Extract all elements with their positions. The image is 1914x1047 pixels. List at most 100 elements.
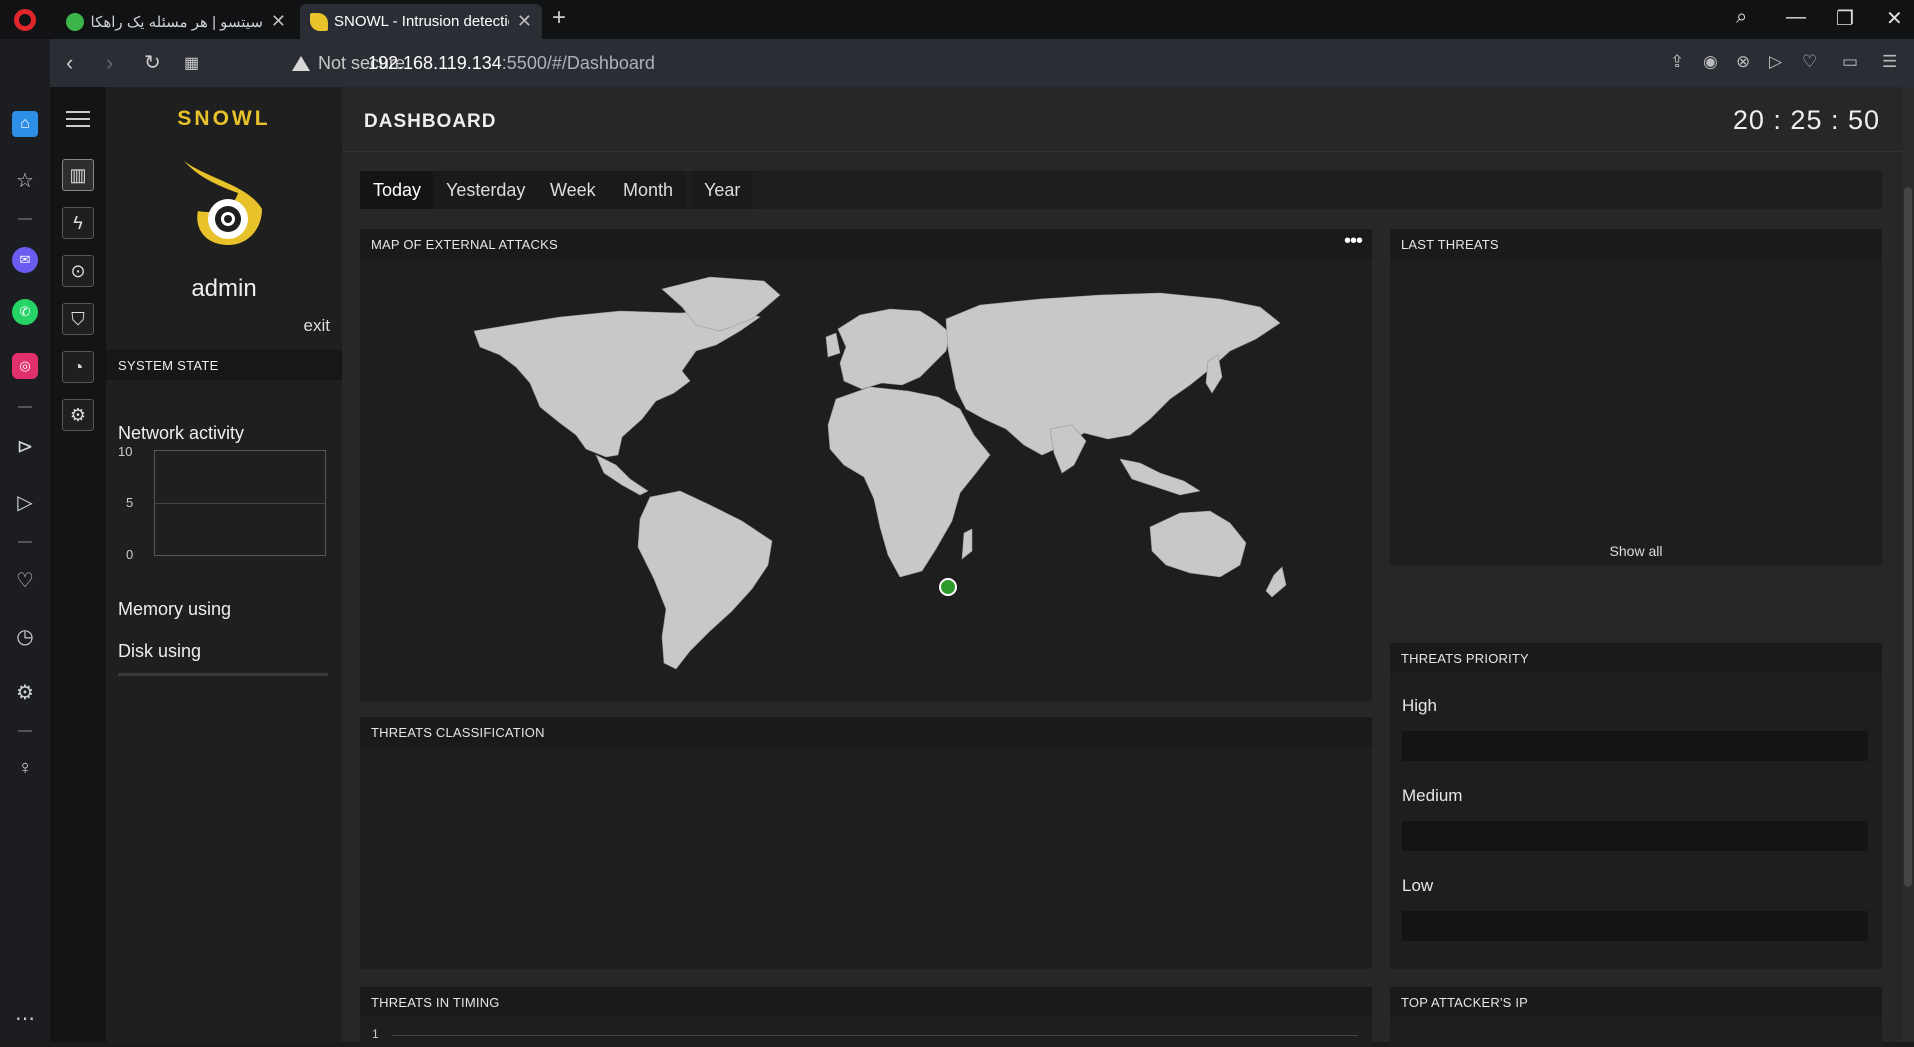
forward-icon[interactable]: › <box>106 50 113 76</box>
brand-name: SNOWL <box>177 107 271 130</box>
axis-tick: 5 <box>126 495 134 510</box>
adblock-icon[interactable]: ⊗ <box>1736 52 1750 72</box>
opera-logo-icon[interactable] <box>14 9 36 31</box>
snowl-owl-logo <box>184 161 262 245</box>
map-card-title: MAP OF EXTERNAL ATTACKS <box>371 237 558 252</box>
icon-rail: ▥ ϟ ⊙ ⛉ ◔ ⚙ <box>50 87 106 1042</box>
world-map <box>473 276 1287 670</box>
gridline <box>392 1035 1358 1036</box>
dashboard-chart-icon[interactable]: ▥ <box>62 159 94 191</box>
south-america-shape <box>637 490 773 670</box>
priority-medium-label: Medium <box>1402 786 1463 805</box>
opera-sidebar: ⌂ ☆ ✉ ✆ ◎ ⊳ ▷ ♡ ◷ ⚙ ♀ ⋯ <box>0 39 50 1042</box>
period-month[interactable]: Month <box>610 171 687 209</box>
exit-link[interactable]: exit <box>304 316 330 336</box>
threats-priority-title: THREATS PRIORITY <box>1390 643 1882 673</box>
menu-icon[interactable] <box>66 111 90 132</box>
threats-timing-title: THREATS IN TIMING <box>360 987 1372 1017</box>
central-america-shape <box>595 454 649 496</box>
priority-low-bar <box>1402 911 1868 941</box>
share-icon[interactable]: ⇪ <box>1670 52 1684 72</box>
network-activity-chart: 10 5 0 <box>118 444 328 562</box>
last-threats-card: LAST THREATS Show all <box>1390 229 1882 565</box>
tips-bulb-icon[interactable]: ♀ <box>12 755 38 781</box>
period-year[interactable]: Year <box>691 171 754 209</box>
close-tab-icon[interactable]: ✕ <box>271 11 286 32</box>
period-yesterday[interactable]: Yesterday <box>433 171 539 209</box>
clock: 20 : 25 : 50 <box>1732 105 1880 135</box>
threats-timing-card: THREATS IN TIMING 1 <box>360 987 1372 1047</box>
priority-medium-bar <box>1402 821 1868 851</box>
europe-shape <box>837 308 951 390</box>
divider <box>342 151 1914 152</box>
more-icon[interactable]: ⋯ <box>12 1005 38 1031</box>
asia-shape <box>945 292 1281 456</box>
browser-tab-snowl[interactable]: SNOWL - Intrusion detection ✕ <box>300 4 542 39</box>
gears-icon[interactable]: ⚙ <box>62 399 94 431</box>
minimize-icon[interactable]: — <box>1786 6 1806 29</box>
period-filter-bar: Today Yesterday Week Month Year <box>360 171 1882 209</box>
messenger-icon[interactable]: ✉ <box>12 247 38 273</box>
scrollbar-thumb[interactable] <box>1904 187 1912 887</box>
whatsapp-icon[interactable]: ✆ <box>12 299 38 325</box>
home-icon[interactable]: ⌂ <box>12 111 38 137</box>
show-all-link[interactable]: Show all <box>1390 543 1882 559</box>
left-panel: SNOWL admin exit SYSTEM STATE Network ac… <box>106 87 342 1042</box>
snowl-favicon-icon <box>310 12 328 31</box>
reload-icon[interactable]: ↻ <box>144 50 161 75</box>
sitso-favicon-icon <box>66 12 84 31</box>
address-bar: ‹ › ↻ ▦ Not secure 192.168.119.134:5500/… <box>50 39 1914 87</box>
close-window-icon[interactable]: ✕ <box>1886 6 1903 31</box>
instagram-icon[interactable]: ◎ <box>12 353 38 379</box>
heart-icon[interactable]: ♡ <box>12 567 38 593</box>
url-path: :5500/#/Dashboard <box>501 53 655 73</box>
new-zealand-shape <box>1265 566 1287 598</box>
url-field[interactable]: 192.168.119.134:5500/#/Dashboard <box>368 53 655 74</box>
lightning-icon[interactable]: ϟ <box>62 207 94 239</box>
back-icon[interactable]: ‹ <box>66 50 73 76</box>
divider <box>18 730 32 732</box>
snowl-app: ▥ ϟ ⊙ ⛉ ◔ ⚙ SNOWL admin exit SYSTEM STAT… <box>50 87 1914 1047</box>
new-tab-icon[interactable]: + <box>552 4 566 32</box>
snapshot-icon[interactable]: ◉ <box>1703 52 1718 72</box>
main-dashboard: DASHBOARD 20 : 25 : 50 Today Yesterday W… <box>342 87 1914 1047</box>
radar-icon[interactable]: ◔ <box>62 351 94 383</box>
tab-title: SNOWL - Intrusion detection <box>334 13 509 30</box>
disk-usage-bar <box>118 673 328 676</box>
easy-setup-icon[interactable]: ☰ <box>1882 52 1897 72</box>
last-threats-title: LAST THREATS <box>1390 229 1882 259</box>
priority-high-label: High <box>1402 696 1437 715</box>
australia-shape <box>1149 510 1247 578</box>
tabs-grid-icon[interactable]: ▦ <box>184 53 199 73</box>
close-tab-icon[interactable]: ✕ <box>517 11 532 32</box>
send-icon[interactable]: ▷ <box>12 489 38 515</box>
priority-low-label: Low <box>1402 876 1434 895</box>
star-icon[interactable]: ☆ <box>12 167 38 193</box>
player-icon[interactable]: ⊳ <box>12 433 38 459</box>
tab-title: سیتسو | هر مسئله یک راهکار <box>90 13 263 31</box>
attack-marker[interactable] <box>939 578 957 596</box>
history-icon[interactable]: ◷ <box>12 623 38 649</box>
send-icon[interactable]: ▷ <box>1769 52 1782 72</box>
page-scrollbar[interactable] <box>1902 87 1914 1042</box>
more-options-icon[interactable]: ••• <box>1344 230 1363 253</box>
period-week[interactable]: Week <box>537 171 609 209</box>
battery-saver-icon[interactable]: ▭ <box>1842 52 1858 72</box>
system-state-header: SYSTEM STATE <box>106 350 342 380</box>
shield-icon[interactable]: ⛉ <box>62 303 94 335</box>
restore-icon[interactable]: ❐ <box>1836 6 1854 31</box>
period-today[interactable]: Today <box>360 171 435 209</box>
network-activity-label: Network activity <box>118 423 245 443</box>
axis-tick: 1 <box>372 1027 379 1041</box>
search-tabs-icon[interactable]: ⌕ <box>1736 6 1747 29</box>
page-title: DASHBOARD <box>364 111 497 132</box>
username: admin <box>191 275 257 302</box>
axis-tick: 10 <box>118 444 133 459</box>
divider <box>18 406 32 408</box>
map-pin-icon[interactable]: ⊙ <box>62 255 94 287</box>
bookmark-heart-icon[interactable]: ♡ <box>1802 52 1817 72</box>
settings-gear-icon[interactable]: ⚙ <box>12 679 38 705</box>
browser-tab-sitso[interactable]: سیتسو | هر مسئله یک راهکار ✕ <box>56 4 296 39</box>
memory-using-label: Memory using <box>118 599 232 619</box>
url-host: 192.168.119.134 <box>368 53 502 73</box>
